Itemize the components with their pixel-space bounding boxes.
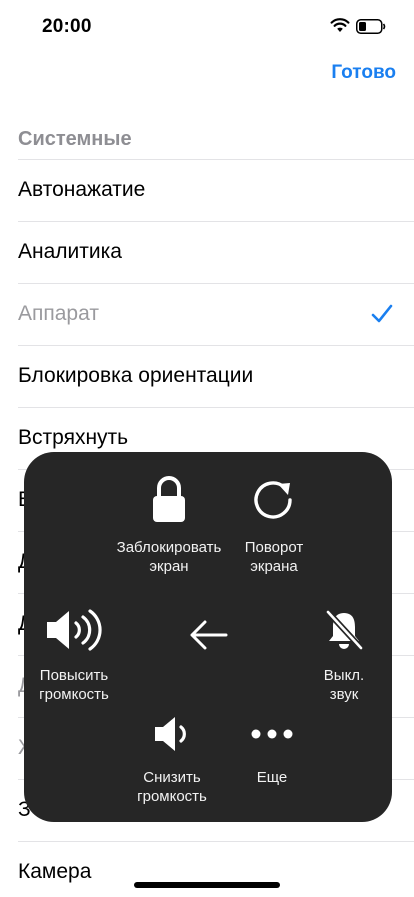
list-item-label: Камера bbox=[18, 860, 92, 883]
list-item-camera[interactable]: Камера bbox=[18, 841, 414, 897]
volume-up-label-2: громкость bbox=[39, 686, 109, 703]
done-button[interactable]: Готово bbox=[331, 62, 396, 84]
back-button[interactable] bbox=[184, 618, 232, 658]
lock-screen-label-2: экран bbox=[149, 558, 189, 575]
wifi-icon bbox=[330, 18, 350, 32]
home-indicator[interactable] bbox=[134, 882, 280, 888]
mute-button[interactable]: Выкл. звук bbox=[304, 608, 384, 704]
list-item-autotap[interactable]: Автонажатие bbox=[18, 159, 414, 221]
lock-icon bbox=[153, 476, 185, 522]
mute-label-1: Выкл. bbox=[323, 667, 365, 684]
assistive-touch-menu: Заблокировать экран Поворот экрана Повыс… bbox=[24, 452, 392, 822]
list-item-device[interactable]: Аппарат bbox=[18, 283, 414, 345]
list-item-orientation-lock[interactable]: Блокировка ориентации bbox=[18, 345, 414, 407]
list-item-analytics[interactable]: Аналитика bbox=[18, 221, 414, 283]
volume-up-icon bbox=[47, 609, 102, 651]
volume-up-button[interactable]: Повысить громкость bbox=[24, 608, 124, 704]
more-label: Еще bbox=[256, 769, 288, 786]
volume-down-label-2: громкость bbox=[137, 788, 207, 805]
status-time: 20:00 bbox=[42, 16, 92, 37]
mute-label-2: звук bbox=[329, 686, 359, 703]
list-item-label: Автонажатие bbox=[18, 178, 146, 201]
more-button[interactable]: Еще bbox=[234, 714, 310, 787]
volume-up-label-1: Повысить bbox=[39, 667, 109, 684]
lock-screen-button[interactable]: Заблокировать экран bbox=[106, 474, 232, 576]
rotate-screen-button[interactable]: Поворот экрана bbox=[224, 474, 324, 576]
list-item-label: Аналитика bbox=[18, 240, 122, 263]
section-header: Системные bbox=[18, 128, 132, 150]
rotate-screen-label-2: экрана bbox=[250, 558, 298, 575]
more-dots-icon bbox=[251, 729, 293, 739]
volume-down-button[interactable]: Снизить громкость bbox=[120, 714, 224, 806]
volume-down-label-1: Снизить bbox=[143, 769, 201, 786]
back-arrow-icon bbox=[190, 620, 228, 650]
checkmark-icon bbox=[371, 304, 393, 323]
rotate-icon bbox=[254, 481, 292, 519]
list-item-label: Блокировка ориентации bbox=[18, 364, 254, 387]
battery-icon bbox=[356, 19, 386, 34]
lock-screen-label-1: Заблокировать bbox=[116, 539, 222, 556]
rotate-screen-label-1: Поворот bbox=[244, 539, 304, 556]
bell-slash-icon bbox=[325, 609, 364, 651]
status-bar: 20:00 bbox=[0, 0, 414, 56]
volume-down-icon bbox=[155, 717, 186, 751]
list-item-label: Аппарат bbox=[18, 302, 99, 325]
list-item-label: Встряхнуть bbox=[18, 426, 129, 449]
